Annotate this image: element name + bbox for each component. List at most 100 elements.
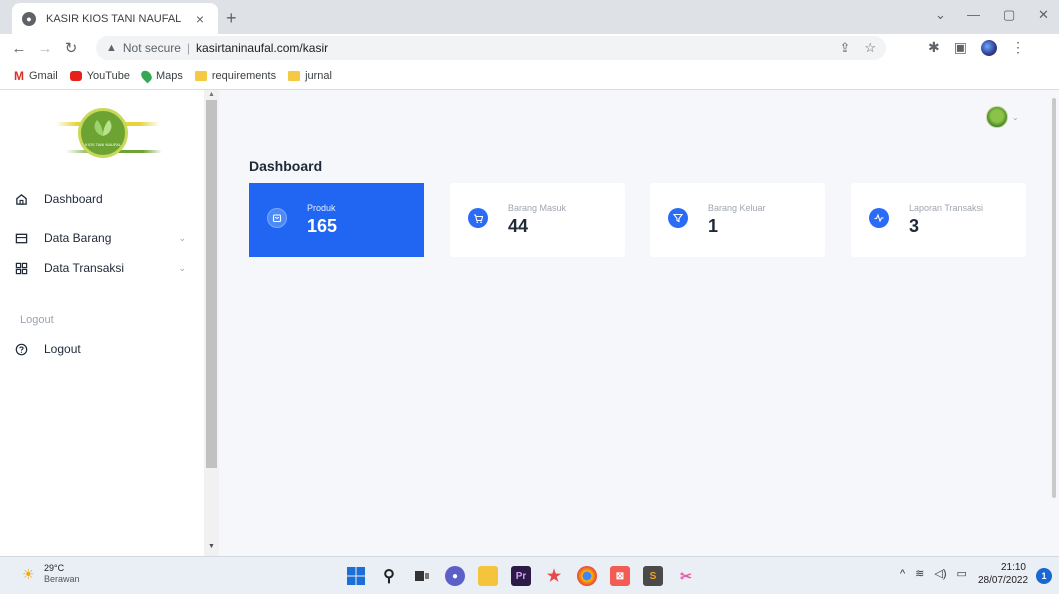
url-text: kasirtaninaufal.com/kasir — [196, 41, 329, 55]
maximize-icon[interactable]: ▢ — [1003, 7, 1015, 23]
windows-start-icon[interactable] — [346, 566, 366, 586]
windows-taskbar: ☀ 29°C Berawan ⚲ ● Pr ★ ⊠ S ✂ ^ ≋ ◁) ▭ 2… — [0, 556, 1059, 594]
bag-icon — [267, 208, 287, 228]
bookmark-requirements[interactable]: requirements — [194, 69, 277, 82]
side-panel-icon[interactable]: ▣ — [954, 39, 967, 56]
file-explorer-icon[interactable] — [478, 566, 498, 586]
star-app-icon[interactable]: ★ — [544, 566, 564, 586]
sidebar-item-label: Data Transaksi — [44, 261, 125, 275]
main-content: ⌄ Dashboard Produk 165 Barang Masuk 44 B… — [219, 90, 1059, 556]
stat-card-barang-keluar[interactable]: Barang Keluar 1 — [650, 183, 825, 257]
clock-date: 28/07/2022 — [978, 575, 1029, 586]
scroll-up-icon[interactable]: ▲ — [208, 91, 215, 98]
forward-icon[interactable]: → — [34, 40, 56, 57]
bookmark-label: Maps — [155, 69, 183, 82]
sidebar-item-data-transaksi[interactable]: Data Transaksi ⌄ — [14, 261, 186, 275]
stat-card-produk[interactable]: Produk 165 — [249, 183, 424, 257]
chrome-icon[interactable] — [577, 566, 597, 586]
chevron-down-icon: ⌄ — [178, 232, 186, 243]
sidebar: KIOS TANI NAUFAL Dashboard Data Barang ⌄… — [0, 90, 204, 556]
tab-title: KASIR KIOS TANI NAUFAL — [46, 12, 182, 25]
gmail-icon: M — [14, 68, 24, 83]
url-separator: | — [186, 41, 191, 55]
snipping-tool-icon[interactable]: ✂ — [676, 566, 696, 586]
partly-cloudy-icon: ☀ — [22, 566, 35, 582]
sidebar-item-data-barang[interactable]: Data Barang ⌄ — [14, 231, 186, 245]
volume-icon[interactable]: ◁) — [934, 567, 946, 580]
bookmark-maps[interactable]: Maps — [139, 68, 183, 83]
stat-label: Laporan Transaksi — [909, 203, 984, 213]
stat-value: 1 — [708, 216, 719, 236]
stat-value: 44 — [508, 216, 529, 236]
folder-icon — [194, 70, 207, 81]
bookmark-label: requirements — [211, 69, 277, 82]
address-bar[interactable]: ▲ Not secure | kasirtaninaufal.com/kasir… — [96, 36, 886, 60]
stat-label: Barang Keluar — [708, 203, 766, 213]
task-view-icon[interactable] — [412, 566, 432, 586]
scroll-down-icon[interactable]: ▼ — [208, 543, 215, 550]
back-icon[interactable]: ← — [8, 40, 30, 57]
temperature-text: 29°C — [44, 563, 65, 573]
weather-text: Berawan — [44, 574, 80, 584]
warning-icon: ▲ — [106, 42, 117, 54]
grid-icon — [14, 261, 28, 275]
extensions-icon[interactable]: ✱ — [928, 39, 940, 56]
close-window-icon[interactable]: ✕ — [1038, 7, 1049, 23]
browser-tab[interactable]: ● KASIR KIOS TANI NAUFAL × — [12, 3, 218, 34]
chevron-down-icon: ⌄ — [1012, 112, 1019, 122]
sidebar-scrollbar[interactable]: ▲ ▼ — [204, 90, 219, 556]
chevron-up-icon[interactable]: ^ — [900, 568, 905, 580]
sidebar-item-logout[interactable]: Logout — [14, 342, 186, 356]
bookmark-label: jurnal — [305, 69, 332, 82]
bookmark-youtube[interactable]: YouTube — [69, 69, 130, 82]
folder-icon — [288, 70, 301, 81]
filter-icon — [668, 208, 688, 228]
bookmark-star-icon[interactable]: ☆ — [864, 40, 876, 56]
weather-widget[interactable]: ☀ 29°C Berawan — [22, 563, 80, 585]
page-title: Dashboard — [249, 158, 323, 174]
tab-close-button[interactable]: × — [192, 11, 208, 27]
globe-icon: ● — [22, 11, 36, 26]
premiere-pro-icon[interactable]: Pr — [511, 566, 531, 586]
sublime-text-icon[interactable]: S — [643, 566, 663, 586]
reload-icon[interactable]: ↻ — [60, 39, 82, 57]
notification-badge[interactable]: 1 — [1036, 568, 1052, 584]
new-tab-button[interactable]: + — [226, 8, 237, 29]
sidebar-item-label: Logout — [44, 342, 81, 356]
chevron-down-icon: ⌄ — [178, 262, 186, 273]
scrollbar-thumb[interactable] — [206, 100, 217, 468]
maps-icon — [139, 68, 154, 83]
bookmarks-bar: M Gmail YouTube Maps requirements jurnal — [0, 62, 1059, 90]
bookmark-gmail[interactable]: M Gmail — [14, 69, 58, 83]
sidebar-item-label: Dashboard — [44, 192, 103, 206]
clock-time: 21:10 — [1000, 562, 1026, 573]
kios-tani-logo: KIOS TANI NAUFAL — [56, 108, 162, 158]
bookmark-label: YouTube — [86, 69, 130, 82]
youtube-icon — [69, 70, 82, 81]
sidebar-item-label: Data Barang — [44, 231, 112, 245]
sidebar-item-dashboard[interactable]: Dashboard — [14, 192, 186, 206]
home-icon — [14, 192, 28, 206]
minimize-icon[interactable]: — — [967, 7, 980, 22]
stat-card-laporan-transaksi[interactable]: Laporan Transaksi 3 — [851, 183, 1026, 257]
bookmark-jurnal[interactable]: jurnal — [288, 70, 332, 82]
browser-tab-strip: ● KASIR KIOS TANI NAUFAL × + ⌄ — ▢ ✕ — [0, 0, 1059, 34]
stat-label: Barang Masuk — [508, 203, 567, 213]
stat-card-barang-masuk[interactable]: Barang Masuk 44 — [450, 183, 625, 257]
profile-avatar[interactable] — [980, 39, 997, 56]
taskbar-clock[interactable]: 21:10 28/07/2022 — [978, 561, 1029, 587]
chat-icon[interactable]: ● — [445, 566, 465, 586]
battery-icon[interactable]: ▭ — [957, 567, 967, 580]
page-scrollbar[interactable] — [1052, 98, 1056, 498]
stat-label: Produk — [307, 203, 336, 213]
share-icon[interactable]: ⇪ — [839, 40, 850, 56]
tab-search-icon[interactable]: ⌄ — [935, 7, 946, 23]
avatar — [986, 106, 1008, 128]
security-label: Not secure — [122, 41, 181, 55]
activity-icon — [869, 208, 889, 228]
wifi-icon[interactable]: ≋ — [915, 567, 924, 580]
search-icon[interactable]: ⚲ — [379, 566, 399, 586]
xampp-icon[interactable]: ⊠ — [610, 566, 630, 586]
user-menu[interactable]: ⌄ — [986, 106, 1019, 128]
browser-menu-icon[interactable]: ⋮ — [1011, 39, 1025, 56]
